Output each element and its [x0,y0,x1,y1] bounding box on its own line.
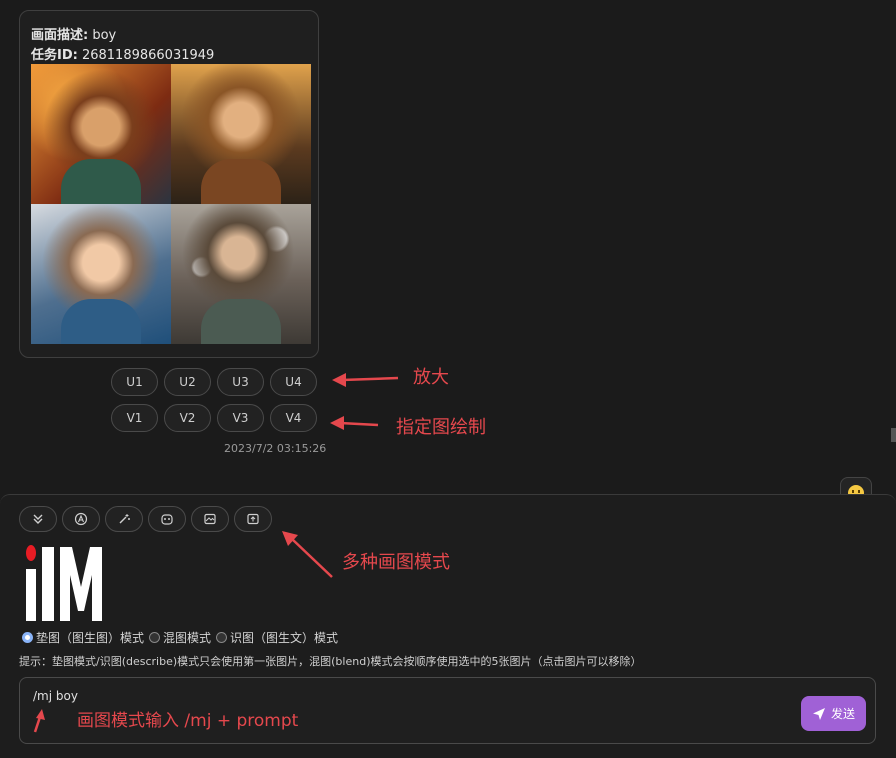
mode-label-1: 垫图（图生图）模式 [36,631,145,645]
chevrons-down-icon [33,514,43,524]
upload-image-button[interactable] [234,506,272,532]
variation-button-4[interactable]: V4 [270,404,317,432]
mode-radio-1[interactable] [22,632,33,643]
annotation-modes: 多种画图模式 [342,552,450,573]
collapse-button[interactable] [19,506,57,532]
send-button[interactable]: 发送 [801,696,866,731]
prompt-description: 画面描述: boy [31,24,116,43]
mode-label-2: 混图模式 [163,631,212,645]
midjourney-result-card: 画面描述: boy 任务ID: 2681189866031949 [19,10,319,358]
input-arrow-icon [33,709,45,733]
mode-label-3: 识图（图生文）模式 [230,631,339,645]
message-timestamp: 2023/7/2 03:15:26 [224,442,327,455]
description-label: 画面描述: [31,28,89,43]
upscale-button-3[interactable]: U3 [217,368,264,396]
upload-image-icon [247,513,259,525]
composer-panel: 垫图（图生图）模式 混图模式 识图（图生文）模式 提示：垫图模式/识图(desc… [0,494,896,758]
send-button-label: 发送 [830,707,855,721]
task-id-value: 2681189866031949 [81,48,215,63]
upscale-button-1[interactable]: U1 [111,368,158,396]
upscale-button-4[interactable]: U4 [270,368,317,396]
variation-button-1[interactable]: V1 [111,404,158,432]
send-icon [812,707,825,720]
annotation-variation: 指定图绘制 [396,417,486,438]
variation-arrow-icon [330,416,379,430]
mask-icon [161,514,173,525]
mode-selector: 垫图（图生图）模式 混图模式 识图（图生文）模式 [22,629,338,646]
magic-button[interactable] [105,506,143,532]
image-button[interactable] [191,506,229,532]
upscale-button-row: U1 U2 U3 U4 [111,368,323,396]
mask-button[interactable] [148,506,186,532]
upscale-button-2[interactable]: U2 [164,368,211,396]
mode-radio-2[interactable] [149,632,161,643]
translate-button[interactable] [62,506,100,532]
task-id: 任务ID: 2681189866031949 [31,44,214,63]
prompt-input-value: /mj boy [33,689,78,703]
mode-radio-3[interactable] [216,632,228,643]
annotation-input: 画图模式输入 /mj + prompt [77,711,299,731]
translate-icon [74,512,88,526]
generated-image-grid[interactable] [31,64,311,344]
variation-button-2[interactable]: V2 [164,404,211,432]
magic-wand-icon [119,514,130,524]
generated-image-1[interactable] [31,64,171,204]
image-icon [204,513,216,525]
logo-image [26,545,102,621]
generated-image-2[interactable] [171,64,311,204]
variation-button-row: V1 V2 V3 V4 [111,404,323,432]
annotation-upscale: 放大 [413,367,449,388]
modes-arrow-icon [282,531,333,578]
generated-image-3[interactable] [31,204,171,344]
variation-button-3[interactable]: V3 [217,404,264,432]
prompt-input[interactable]: /mj boy 画图模式输入 /mj + prompt 发送 [19,677,876,744]
description-value: boy [92,28,117,43]
task-id-label: 任务ID: [31,48,78,63]
generated-image-4[interactable] [171,204,311,344]
scrollbar-thumb[interactable] [891,428,896,442]
upscale-arrow-icon [332,373,399,387]
mode-tip: 提示：垫图模式/识图(describe)模式只会使用第一张图片，混图(blend… [19,655,642,668]
